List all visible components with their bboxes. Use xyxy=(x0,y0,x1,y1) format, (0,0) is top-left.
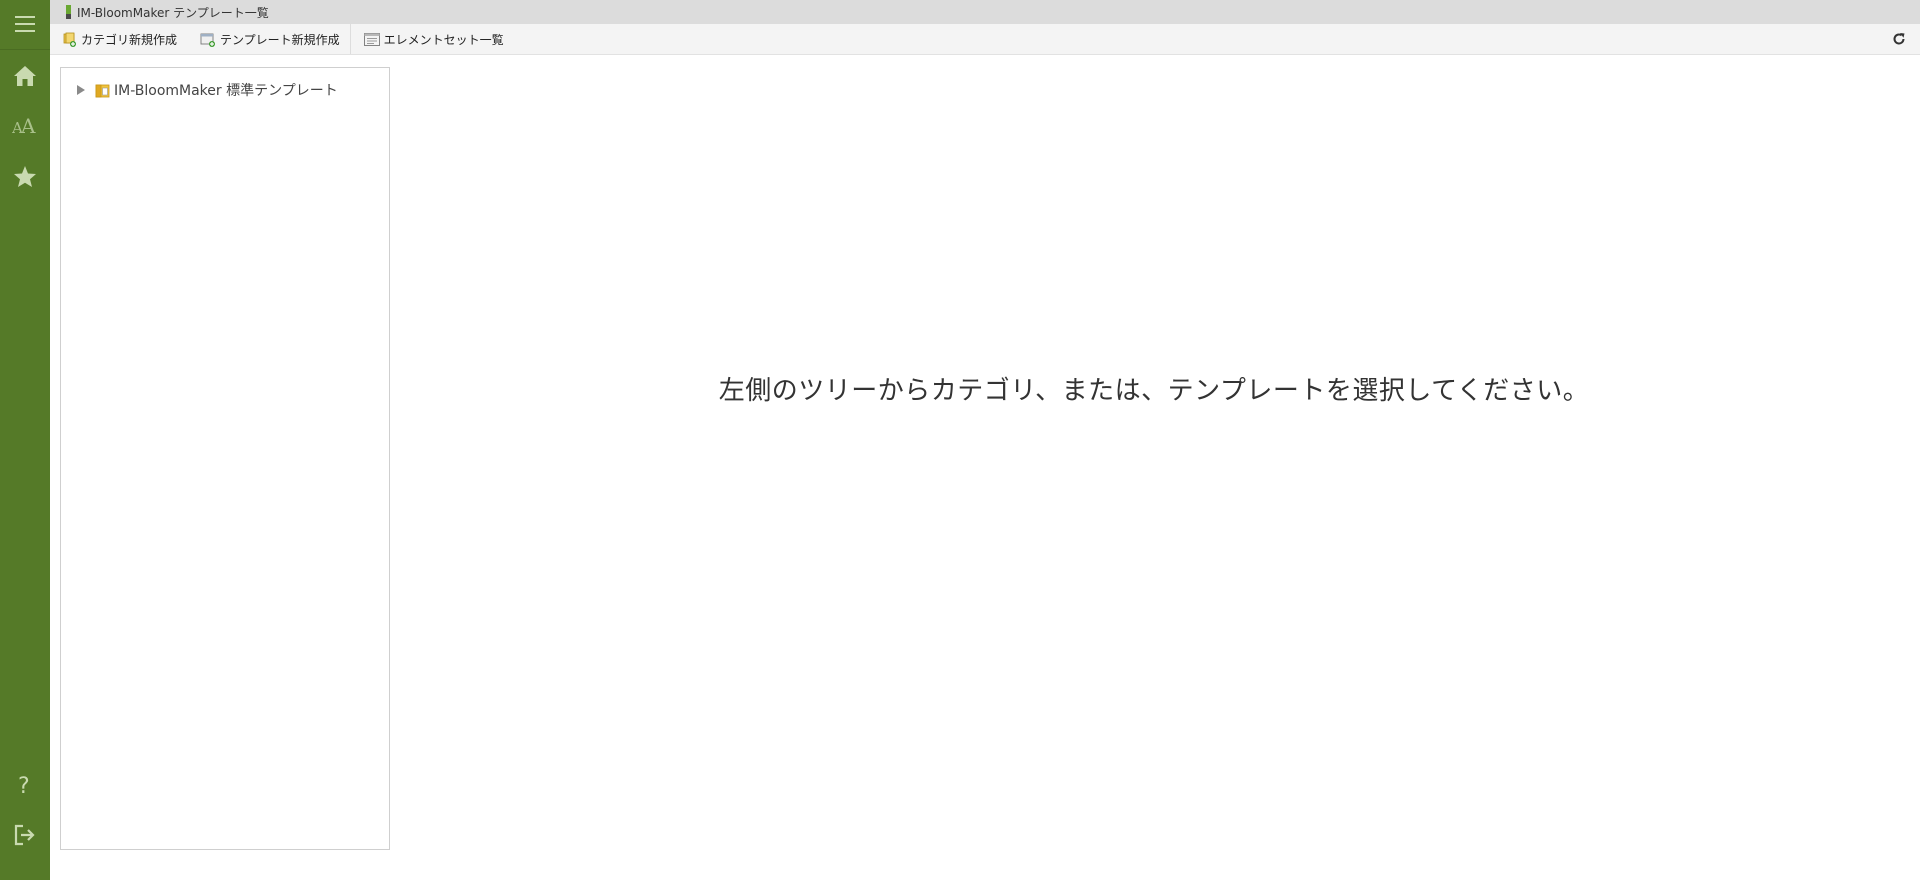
refresh-icon[interactable] xyxy=(1892,32,1906,49)
element-set-list-button[interactable]: エレメントセット一覧 xyxy=(351,24,514,54)
folder-icon xyxy=(95,83,110,98)
selection-prompt-message: 左側のツリーからカテゴリ、または、テンプレートを選択してください。 xyxy=(718,376,1590,406)
category-tree-panel: IM-BloomMaker 標準テンプレート xyxy=(60,67,390,850)
new-category-button[interactable]: カテゴリ新規作成 xyxy=(50,24,187,54)
font-size-icon[interactable]: A A xyxy=(0,106,50,146)
svg-text:?: ? xyxy=(18,774,30,796)
svg-text:A: A xyxy=(20,116,36,136)
new-template-label: テンプレート新規作成 xyxy=(220,32,340,47)
logout-icon[interactable] xyxy=(0,815,50,855)
new-template-icon xyxy=(200,32,216,47)
help-icon[interactable]: ? xyxy=(0,765,50,805)
new-category-label: カテゴリ新規作成 xyxy=(81,32,178,47)
element-set-list-label: エレメントセット一覧 xyxy=(383,32,504,47)
expand-arrow-icon[interactable] xyxy=(77,84,87,96)
toolbar: カテゴリ新規作成 テンプレート新規作成 エレメントセット一覧 xyxy=(50,24,1920,55)
window-title: IM-BloomMaker テンプレート一覧 xyxy=(77,5,269,20)
side-navigation: A A ? xyxy=(0,0,50,880)
new-template-button[interactable]: テンプレート新規作成 xyxy=(187,24,350,54)
nav-divider xyxy=(0,49,50,50)
title-bar: IM-BloomMaker テンプレート一覧 xyxy=(50,0,1920,24)
app-logo-icon xyxy=(66,5,71,19)
hamburger-menu-icon[interactable] xyxy=(0,4,50,44)
element-set-list-icon xyxy=(363,32,380,46)
tree-node[interactable]: IM-BloomMaker 標準テンプレート xyxy=(77,80,338,100)
star-icon[interactable] xyxy=(0,156,50,196)
new-category-icon xyxy=(63,32,77,47)
tree-node-label[interactable]: IM-BloomMaker 標準テンプレート xyxy=(114,80,338,100)
home-icon[interactable] xyxy=(0,56,50,96)
